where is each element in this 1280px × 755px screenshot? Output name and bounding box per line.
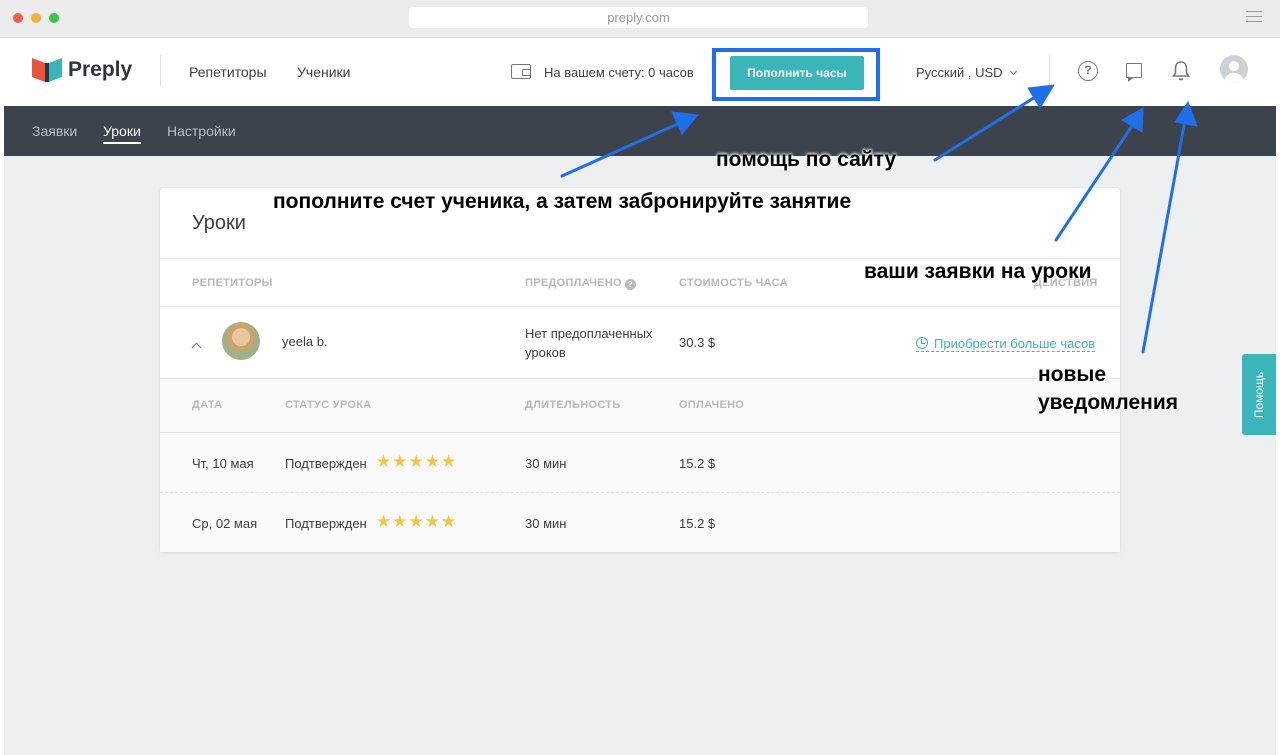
- column-header-status: СТАТУС УРОКА: [285, 399, 372, 411]
- help-icon[interactable]: ?: [1078, 61, 1098, 81]
- help-tab-label: Помощь: [1252, 371, 1266, 418]
- lesson-duration: 30 мин: [525, 516, 567, 531]
- question-icon[interactable]: ?: [624, 279, 636, 290]
- tab-lessons[interactable]: Уроки: [103, 123, 141, 144]
- chevron-up-icon[interactable]: [191, 342, 202, 353]
- column-header-prepaid: ПРЕДОПЛАЧЕНО?: [525, 277, 636, 290]
- lesson-paid: 15.2 $: [679, 516, 716, 531]
- lesson-date: Ср, 02 мая: [192, 516, 258, 531]
- column-header-duration: ДЛИТЕЛЬНОСТЬ: [525, 399, 621, 411]
- address-bar[interactable]: preply.com: [409, 7, 868, 28]
- browser-menu-icon[interactable]: [1246, 11, 1262, 24]
- divider: [160, 432, 1120, 433]
- annotation-topup: пополните счет ученика, а затем забронир…: [273, 190, 852, 213]
- messages-icon[interactable]: [1126, 63, 1142, 82]
- balance-text: На вашем счету: 0 часов: [544, 65, 694, 80]
- maximize-window-button[interactable]: [49, 13, 59, 23]
- buy-more-hours-label: Приобрести больше часов: [934, 336, 1096, 351]
- annotation-site-help: помощь по сайту: [716, 148, 897, 171]
- column-header-hour-cost: СТОИМОСТЬ ЧАСА: [679, 277, 788, 289]
- divider: [1049, 55, 1050, 87]
- column-header-tutors: РЕПЕТИТОРЫ: [192, 277, 273, 289]
- annotation-notifications-line2: уведомления: [1038, 391, 1178, 414]
- divider: [160, 306, 1120, 307]
- rating-stars-icon[interactable]: ★★★★★: [376, 452, 457, 472]
- nav-link-tutors[interactable]: Репетиторы: [189, 64, 267, 80]
- lesson-date: Чт, 10 мая: [192, 456, 254, 471]
- annotation-requests: ваши заявки на уроки: [864, 260, 1092, 283]
- lesson-history: ДАТА СТАТУС УРОКА ДЛИТЕЛЬНОСТЬ ОПЛАЧЕНО …: [160, 378, 1120, 552]
- column-header-date: ДАТА: [192, 399, 223, 411]
- site-header: Preply Репетиторы Ученики На вашем счету…: [4, 38, 1276, 106]
- logo-text[interactable]: Preply: [68, 58, 132, 82]
- divider: [160, 378, 1120, 379]
- column-header-prepaid-label: ПРЕДОПЛАЧЕНО: [525, 277, 622, 289]
- wallet-icon: [511, 64, 531, 79]
- topup-hours-button[interactable]: Пополнить часы: [730, 56, 864, 90]
- avatar-head: [1229, 61, 1239, 71]
- divider: [160, 492, 1120, 493]
- user-avatar[interactable]: [1220, 55, 1248, 83]
- column-header-paid: ОПЛАЧЕНО: [679, 399, 745, 411]
- page-title: Уроки: [192, 212, 246, 234]
- preply-logo-icon[interactable]: [32, 56, 62, 84]
- sub-navigation: Заявки Уроки Настройки: [4, 106, 1276, 156]
- tab-requests[interactable]: Заявки: [32, 123, 77, 139]
- divider: [160, 55, 161, 87]
- tutor-name[interactable]: yeela b.: [282, 334, 328, 349]
- lesson-duration: 30 мин: [525, 456, 567, 471]
- chevron-down-icon: [1009, 67, 1017, 76]
- buy-more-hours-link[interactable]: Приобрести больше часов: [916, 336, 1096, 352]
- minimize-window-button[interactable]: [31, 13, 41, 23]
- lesson-status: Подтвержден: [285, 456, 367, 471]
- nav-link-students[interactable]: Ученики: [297, 64, 350, 80]
- help-side-tab[interactable]: Помощь: [1242, 354, 1276, 435]
- tutor-avatar[interactable]: [222, 322, 260, 360]
- clock-icon: [916, 337, 928, 349]
- language-label: Русский , USD: [916, 65, 1003, 80]
- browser-toolbar: preply.com: [0, 0, 1280, 38]
- language-currency-selector[interactable]: Русский , USD: [916, 65, 1017, 80]
- rating-stars-icon[interactable]: ★★★★★: [376, 512, 457, 532]
- hour-cost-value: 30.3 $: [679, 335, 716, 350]
- lesson-status: Подтвержден: [285, 516, 367, 531]
- bell-icon[interactable]: [1172, 60, 1190, 82]
- annotation-notifications-line1: новые: [1038, 363, 1107, 386]
- lesson-paid: 15.2 $: [679, 456, 716, 471]
- lessons-card: Уроки РЕПЕТИТОРЫ ПРЕДОПЛАЧЕНО? СТОИМОСТЬ…: [160, 188, 1120, 552]
- close-window-button[interactable]: [13, 13, 23, 23]
- tab-settings[interactable]: Настройки: [167, 123, 236, 139]
- avatar-body: [1225, 73, 1243, 83]
- prepaid-value: Нет предоплаченных уроков: [525, 326, 653, 360]
